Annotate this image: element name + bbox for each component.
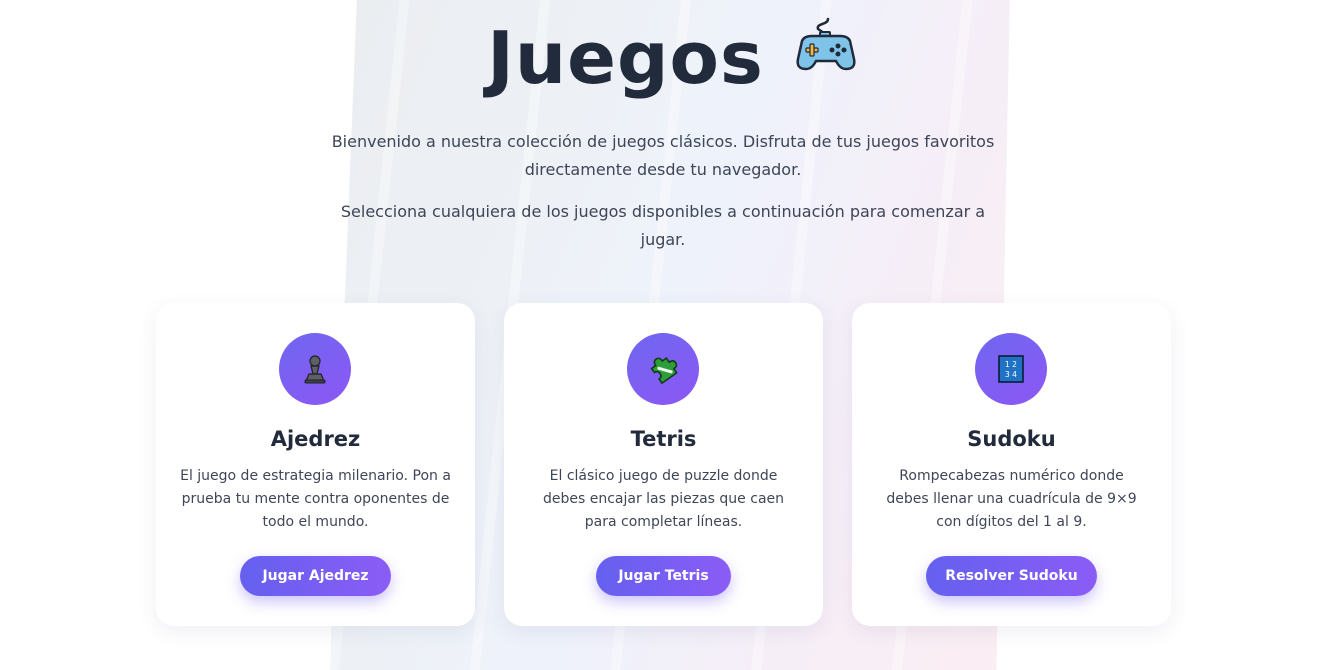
- puzzle-piece-icon: [650, 356, 678, 385]
- card-icon-circle: 1 2 3 4: [975, 333, 1047, 405]
- games-grid: Ajedrez El juego de estrategia milenario…: [156, 303, 1171, 626]
- svg-text:1 2: 1 2: [1005, 360, 1017, 369]
- svg-text:3 4: 3 4: [1005, 370, 1017, 379]
- card-title: Sudoku: [967, 427, 1056, 451]
- card-description: El juego de estrategia milenario. Pon a …: [180, 468, 451, 530]
- instructions-text: Selecciona cualquiera de los juegos disp…: [340, 202, 986, 249]
- game-card-ajedrez: Ajedrez El juego de estrategia milenario…: [156, 303, 475, 626]
- card-title: Tetris: [630, 427, 697, 451]
- play-sudoku-button[interactable]: Resolver Sudoku: [926, 556, 1097, 596]
- page-header: Juegos: [0, 8, 1335, 108]
- game-card-tetris: Tetris El clásico juego de puzzle donde …: [504, 303, 823, 626]
- card-icon-circle: [627, 333, 699, 405]
- numbers-1234-icon: 1 2 3 4: [998, 355, 1024, 383]
- card-description: El clásico juego de puzzle donde debes e…: [542, 468, 785, 530]
- play-ajedrez-button[interactable]: Jugar Ajedrez: [240, 556, 391, 596]
- game-card-sudoku: 1 2 3 4 Sudoku Rompecabezas numérico don…: [852, 303, 1171, 626]
- card-title: Ajedrez: [270, 427, 361, 451]
- card-icon-circle: [279, 333, 351, 405]
- intro-text: Bienvenido a nuestra colección de juegos…: [331, 132, 995, 179]
- chess-pawn-icon: [304, 355, 326, 384]
- card-description: Rompecabezas numérico donde debes llenar…: [886, 468, 1137, 530]
- page-title: Juegos: [487, 16, 764, 100]
- game-controller-icon: [796, 17, 856, 71]
- play-tetris-button[interactable]: Jugar Tetris: [596, 556, 731, 596]
